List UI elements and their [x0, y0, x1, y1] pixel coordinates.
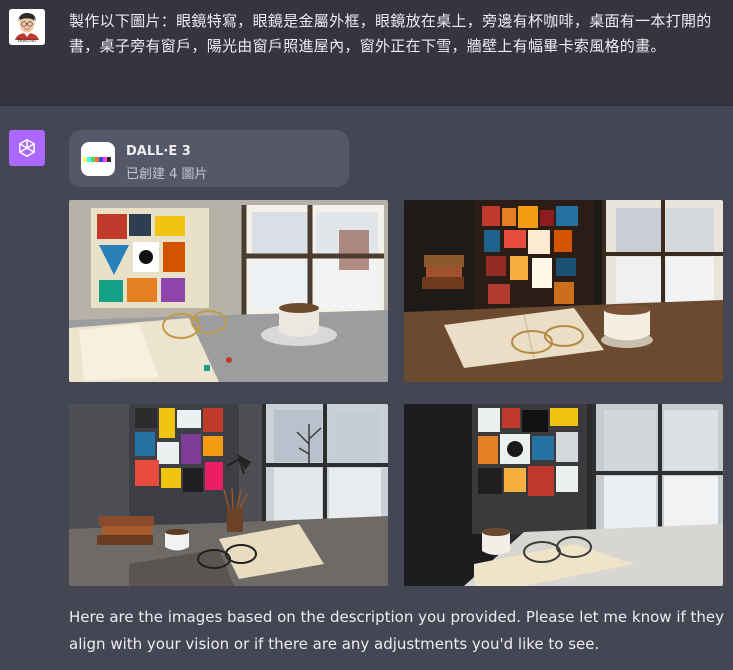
dalle-tool-card[interactable]: DALL·E 3 已創建 4 圖片: [69, 130, 349, 187]
generated-image-3[interactable]: [69, 404, 388, 586]
assistant-message-row: DALL·E 3 已創建 4 圖片 Here are the images ba…: [0, 106, 733, 670]
user-message-row: Teacher 製作以下圖片：眼鏡特寫，眼鏡是金屬外框，眼鏡放在桌上，旁邊有杯咖…: [0, 0, 733, 106]
user-message-text: 製作以下圖片：眼鏡特寫，眼鏡是金屬外框，眼鏡放在桌上，旁邊有杯咖啡，桌面有一本打…: [69, 12, 712, 55]
generated-image-2[interactable]: [404, 200, 723, 382]
generated-image-4[interactable]: [404, 404, 723, 586]
user-avatar-label: Teacher: [17, 38, 37, 44]
assistant-reply-text: Here are the images based on the descrip…: [69, 608, 725, 653]
generated-image-1[interactable]: [69, 200, 388, 382]
tool-card-subtitle: 已創建 4 圖片: [126, 167, 208, 182]
user-avatar[interactable]: Teacher: [9, 9, 45, 45]
tool-card-title: DALL·E 3: [126, 144, 191, 159]
dalle-icon: [81, 142, 115, 176]
openai-logo-icon: [9, 130, 45, 166]
